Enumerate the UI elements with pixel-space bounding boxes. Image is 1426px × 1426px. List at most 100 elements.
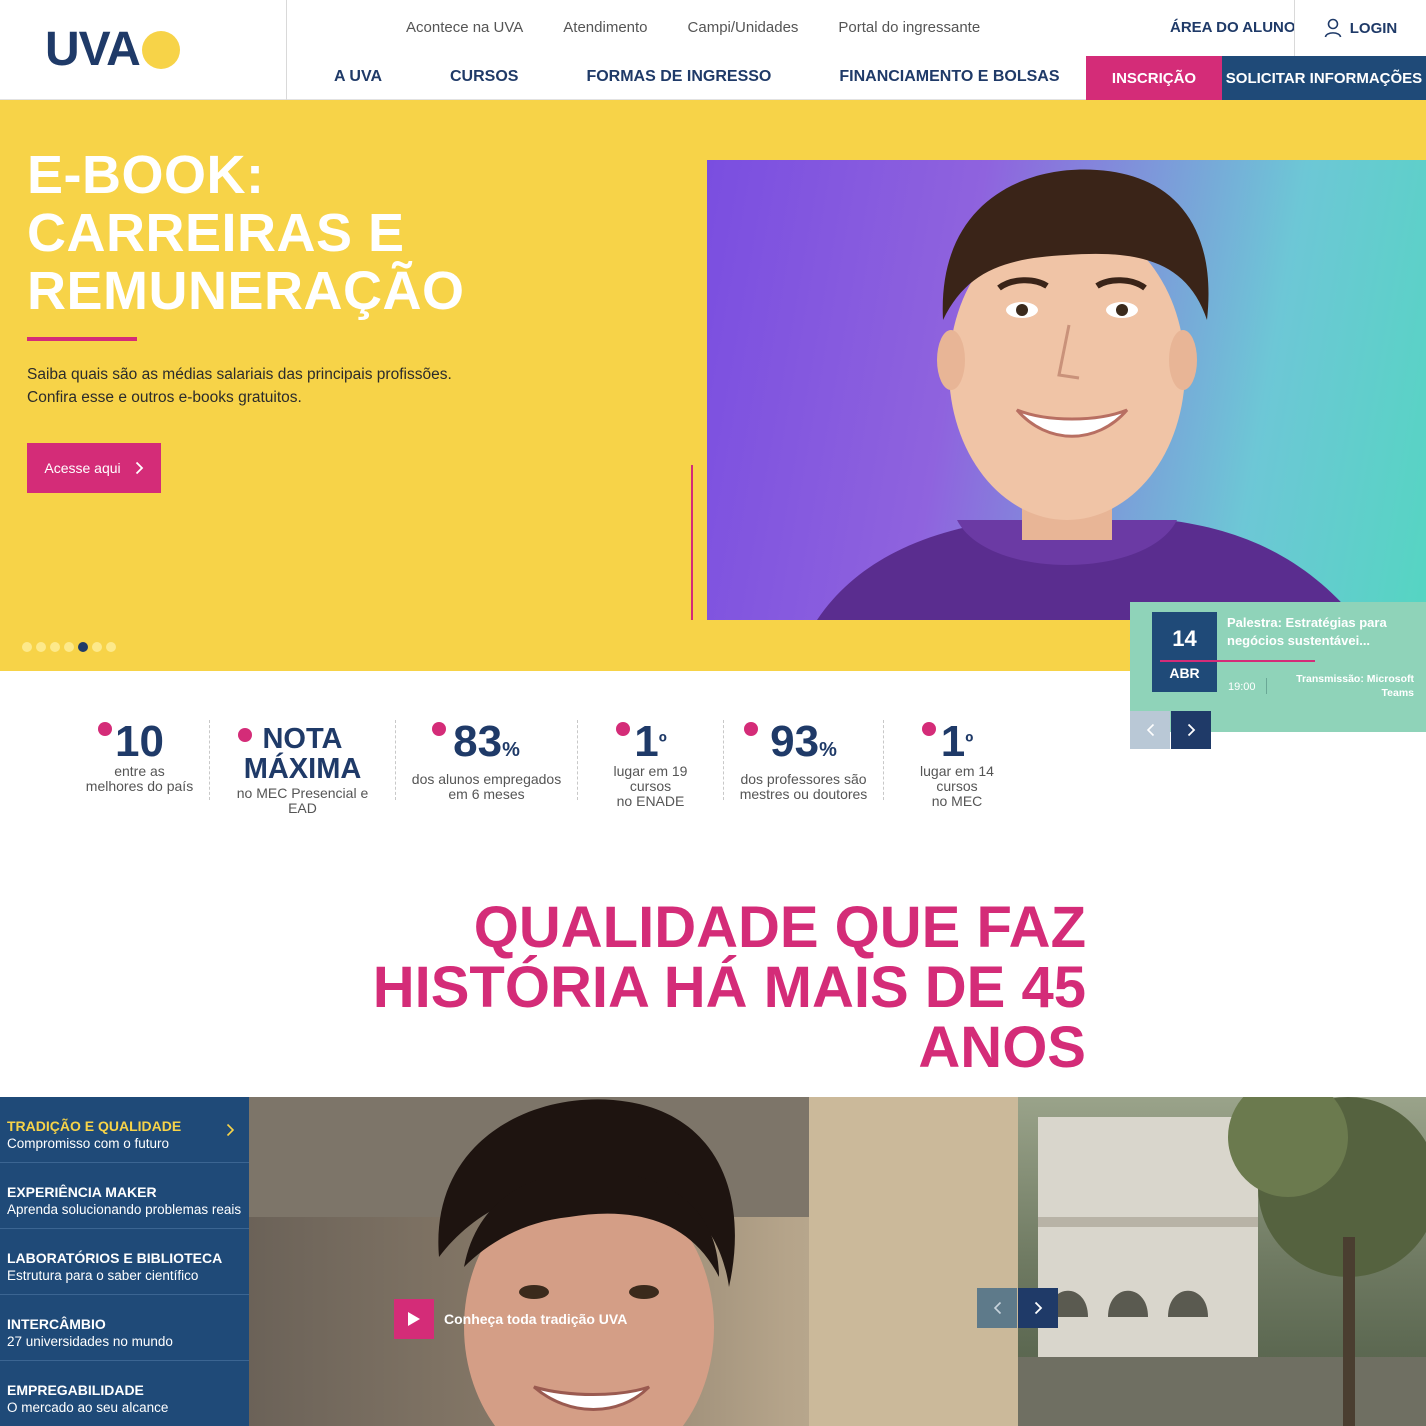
stat-description: entre as melhores do país	[84, 764, 195, 794]
side-item-maker[interactable]: EXPERIÊNCIA MAKER Aprenda solucionando p…	[0, 1163, 249, 1229]
carousel-dot[interactable]	[22, 642, 32, 652]
stat-description: no MEC Presencial e EAD	[224, 786, 381, 816]
stat-suffix: %	[502, 739, 520, 761]
features-side-menu: TRADIÇÃO E QUALIDADE Compromisso com o f…	[0, 1097, 249, 1426]
login-button[interactable]: LOGIN	[1294, 0, 1426, 56]
carousel-dot[interactable]	[50, 642, 60, 652]
nav-cursos[interactable]: CURSOS	[416, 67, 552, 87]
carousel-dot-active[interactable]	[78, 642, 88, 652]
logo-text: UVA	[45, 23, 141, 76]
side-item-empregabilidade[interactable]: EMPREGABILIDADE O mercado ao seu alcance	[0, 1361, 249, 1426]
section-title: QUALIDADE QUE FAZ HISTÓRIA HÁ MAIS DE 45…	[300, 898, 1086, 1078]
stat-item: 83% dos alunos empregados em 6 meses	[396, 720, 578, 802]
uva-logo[interactable]: UVA	[45, 23, 180, 76]
hero-title: E-BOOK: CARREIRAS E REMUNERAÇÃO	[27, 146, 647, 320]
side-item-title: TRADIÇÃO E QUALIDADE	[7, 1118, 182, 1134]
side-item-subtitle: O mercado ao seu alcance	[7, 1400, 169, 1415]
header-divider	[286, 0, 287, 100]
stat-description: dos alunos empregados em 6 meses	[410, 772, 563, 802]
play-icon	[408, 1312, 420, 1326]
event-separator	[1266, 678, 1267, 694]
acesse-aqui-label: Acesse aqui	[44, 460, 121, 476]
chevron-right-icon	[135, 461, 143, 475]
stat-description-line: no MEC	[931, 793, 983, 809]
teacher-illustration	[249, 1097, 1018, 1426]
acesse-aqui-button[interactable]: Acesse aqui	[27, 443, 161, 493]
inscricao-button[interactable]: INSCRIÇÃO	[1086, 56, 1222, 100]
stat-value: 83%	[453, 720, 520, 772]
chevron-left-icon	[993, 1301, 1001, 1315]
carousel-dot[interactable]	[64, 642, 74, 652]
student-illustration	[817, 169, 1357, 620]
hero-description: Saiba quais são as médias salariais das …	[27, 363, 487, 409]
hero-student-photo	[707, 160, 1426, 620]
hero-banner: E-BOOK: CARREIRAS E REMUNERAÇÃO Saiba qu…	[0, 100, 1426, 671]
stats-row: 10 entre as melhores do país NOTA MÁXIMA…	[70, 717, 1030, 816]
stat-bullet	[98, 722, 112, 736]
event-next-button[interactable]	[1171, 711, 1211, 749]
side-item-subtitle: Estrutura para o saber científico	[7, 1268, 199, 1283]
stat-item: 10 entre as melhores do país	[70, 720, 210, 800]
user-icon	[1324, 18, 1342, 38]
hero-text-line: Saiba quais são as médias salariais das …	[27, 366, 452, 383]
main-nav: A UVA CURSOS FORMAS DE INGRESSO FINANCIA…	[300, 67, 1094, 87]
solicitar-informacoes-button[interactable]: SOLICITAR INFORMAÇÕES	[1222, 56, 1426, 100]
campus-next-button[interactable]	[1018, 1288, 1058, 1328]
stat-number: 1	[940, 717, 966, 766]
stat-bullet	[744, 722, 758, 736]
nav-a-uva[interactable]: A UVA	[300, 67, 416, 87]
side-item-title: EMPREGABILIDADE	[7, 1382, 144, 1398]
stat-description-line: em 6 meses	[448, 786, 525, 802]
stat-description: lugar em 19 cursos no ENADE	[592, 764, 709, 809]
tradition-video[interactable]: Conheça toda tradição UVA	[249, 1097, 1018, 1426]
section-title-line: HISTÓRIA HÁ MAIS DE 45	[372, 955, 1086, 1020]
logo-dot-icon	[141, 31, 180, 69]
side-item-subtitle: Aprenda solucionando problemas reais	[7, 1202, 242, 1217]
stat-description-line: entre as	[114, 763, 165, 779]
nav-formas-ingresso[interactable]: FORMAS DE INGRESSO	[552, 67, 805, 87]
nav-financiamento[interactable]: FINANCIAMENTO E BOLSAS	[805, 67, 1093, 87]
stat-item: 93% dos professores são mestres ou douto…	[724, 720, 884, 802]
stat-description-line: mestres ou doutores	[739, 786, 868, 802]
stat-value: 10	[115, 717, 164, 766]
stat-item: NOTA MÁXIMA no MEC Presencial e EAD	[210, 720, 396, 816]
event-prev-button[interactable]	[1130, 711, 1170, 749]
util-link-acontece[interactable]: Acontece na UVA	[386, 18, 543, 38]
stat-description-line: lugar em 14 cursos	[920, 763, 994, 794]
side-item-subtitle: 27 universidades no mundo	[7, 1334, 173, 1349]
stat-bullet	[922, 722, 936, 736]
play-button[interactable]	[394, 1299, 434, 1339]
util-link-portal[interactable]: Portal do ingressante	[818, 18, 1000, 38]
stat-suffix: %	[819, 739, 837, 761]
side-item-intercambio[interactable]: INTERCÂMBIO 27 universidades no mundo	[0, 1295, 249, 1361]
stat-description-line: no ENADE	[616, 793, 685, 809]
area-aluno-link[interactable]: ÁREA DO ALUNO	[1170, 18, 1296, 38]
stat-description: dos professores são mestres ou doutores	[738, 772, 869, 802]
util-link-atendimento[interactable]: Atendimento	[543, 18, 667, 38]
side-item-subtitle: Compromisso com o futuro	[7, 1136, 170, 1151]
stat-bullet	[616, 722, 630, 736]
stat-description-line: dos professores são	[740, 771, 867, 787]
stat-description: lugar em 14 cursos no MEC	[898, 764, 1016, 809]
carousel-dot[interactable]	[92, 642, 102, 652]
stat-description-line: no MEC Presencial e EAD	[236, 785, 369, 816]
side-item-tradicao[interactable]: TRADIÇÃO E QUALIDADE Compromisso com o f…	[0, 1097, 249, 1163]
event-location: Transmissão: Microsoft Teams	[1296, 673, 1414, 699]
event-time: 19:00	[1228, 681, 1256, 693]
carousel-dot[interactable]	[36, 642, 46, 652]
carousel-dot[interactable]	[106, 642, 116, 652]
util-link-campi[interactable]: Campi/Unidades	[668, 18, 819, 38]
stat-bullet	[238, 728, 252, 742]
event-day: 14	[1172, 626, 1197, 651]
stat-item: 1º lugar em 14 cursos no MEC	[884, 717, 1030, 809]
stat-number: 1	[634, 717, 659, 766]
stat-word: MÁXIMA	[243, 753, 362, 785]
event-title[interactable]: Palestra: Estratégias para negócios sust…	[1227, 614, 1412, 650]
video-label[interactable]: Conheça toda tradição UVA	[444, 1309, 627, 1329]
campus-prev-button[interactable]	[977, 1288, 1017, 1328]
login-label: LOGIN	[1349, 19, 1398, 37]
stat-value: 1º	[634, 720, 667, 764]
site-header: UVA Acontece na UVA Atendimento Campi/Un…	[0, 0, 1426, 100]
chevron-right-icon	[1034, 1301, 1042, 1315]
side-item-laboratorios[interactable]: LABORATÓRIOS E BIBLIOTECA Estrutura para…	[0, 1229, 249, 1295]
